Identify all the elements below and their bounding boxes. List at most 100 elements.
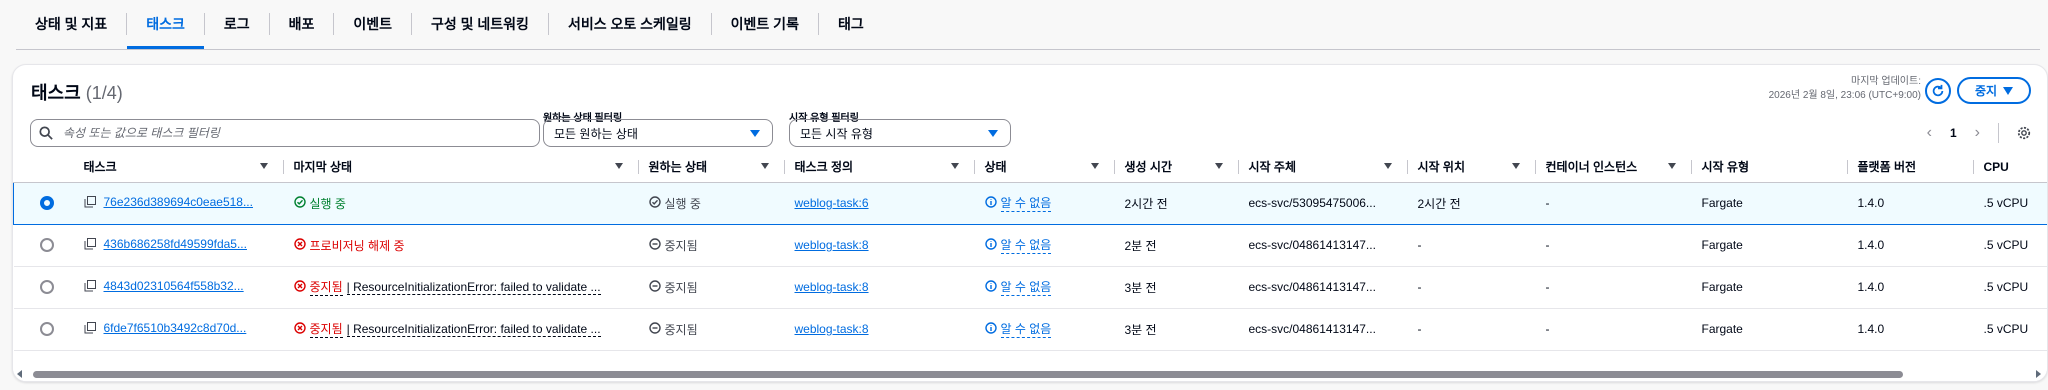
task-id-link[interactable]: 436b686258fd49599fda5... <box>104 237 247 251</box>
tab-deployments[interactable]: 배포 <box>270 1 334 49</box>
tab-tags[interactable]: 태그 <box>819 1 883 49</box>
copy-icon[interactable] <box>84 237 96 253</box>
task-definition-link[interactable]: weblog-task:8 <box>795 322 869 336</box>
settings-gear-icon[interactable] <box>2017 126 2031 140</box>
table-row[interactable]: 436b686258fd49599fda5... 프로비저닝 해제 중 중지됨 web… <box>13 224 2047 267</box>
scroll-left-arrow-icon[interactable] <box>17 370 22 378</box>
health-status[interactable]: 알 수 없음 <box>984 236 1052 254</box>
health-status[interactable]: 알 수 없음 <box>984 278 1052 296</box>
tab-service-autoscaling[interactable]: 서비스 오토 스케일링 <box>549 1 711 49</box>
stopped-circle-icon <box>648 321 661 337</box>
scrollbar-thumb[interactable] <box>33 371 1903 378</box>
table-row[interactable]: 6fde7f6510b3492c8d70d... 중지됨 | ResourceIni… <box>13 308 2047 351</box>
sort-icon[interactable] <box>950 163 959 169</box>
column-header-started-at[interactable]: 시작 위치 <box>1407 152 1536 183</box>
desired-status-cell: 중지됨 <box>638 224 785 267</box>
started-by-cell: ecs-svc/53095475006... <box>1238 181 1408 225</box>
desired-status: 실행 중 <box>648 195 701 212</box>
started-by-cell: ecs-svc/04861413147... <box>1238 308 1408 351</box>
row-radio[interactable] <box>40 196 54 211</box>
task-id-cell: 6fde7f6510b3492c8d70d... <box>73 308 284 351</box>
stop-button[interactable]: 중지 <box>1957 77 2031 104</box>
next-page-button[interactable]: › <box>1975 124 1980 142</box>
column-header-task[interactable]: 태스크 <box>73 152 284 183</box>
refresh-icon <box>1932 84 1944 97</box>
copy-icon[interactable] <box>84 321 96 337</box>
sort-icon[interactable] <box>760 163 769 169</box>
desired-status-select[interactable]: 모든 원하는 상태 <box>543 119 773 147</box>
task-id-link[interactable]: 76e236d389694c0eae518... <box>104 195 253 209</box>
last-status: 실행 중 <box>293 195 346 212</box>
sort-icon[interactable] <box>1383 163 1392 169</box>
copy-icon[interactable] <box>84 195 96 211</box>
search-icon <box>39 126 53 140</box>
task-definition-link[interactable]: weblog-task:8 <box>795 238 869 252</box>
column-header-label: 시작 주체 <box>1248 160 1297 175</box>
refresh-button[interactable] <box>1925 78 1951 104</box>
launch-type-select[interactable]: 모든 시작 유형 <box>789 119 1011 147</box>
column-header-health[interactable]: 상태 <box>974 152 1115 183</box>
container-instance-cell: - <box>1535 266 1692 309</box>
tab-event-history[interactable]: 이벤트 기록 <box>712 1 818 49</box>
platform-version-cell: 1.4.0 <box>1847 181 1974 225</box>
task-definition-link[interactable]: weblog-task:8 <box>795 280 869 294</box>
copy-icon[interactable] <box>84 279 96 295</box>
container-instance-cell: - <box>1535 181 1692 225</box>
row-select-cell <box>13 266 74 309</box>
last-status-detail[interactable]: | ResourceInitializationError: failed to… <box>346 322 601 337</box>
launch-type-cell: Fargate <box>1691 224 1848 267</box>
tab-config-networking[interactable]: 구성 및 네트워킹 <box>412 1 548 49</box>
caret-down-icon <box>750 130 760 137</box>
column-header-desired-status[interactable]: 원하는 상태 <box>638 152 785 183</box>
tasks-table: 태스크 마지막 상태 원하는 상태 태스크 정의 상태 생성 시간 시작 주체 … <box>13 152 2047 351</box>
tab-tasks[interactable]: 태스크 <box>127 1 204 49</box>
health-status-text: 알 수 없음 <box>1000 196 1052 212</box>
row-radio[interactable] <box>39 238 54 253</box>
launch-type-cell: Fargate <box>1691 181 1848 225</box>
row-radio[interactable] <box>39 322 54 337</box>
created-cell: 3분 전 <box>1114 266 1239 309</box>
task-id-link[interactable]: 4843d02310564f558b32... <box>104 279 244 293</box>
cpu-cell: .5 vCPU <box>1973 308 2047 351</box>
sort-icon[interactable] <box>259 163 268 169</box>
column-header-container-instance[interactable]: 컨테이너 인스턴스 <box>1535 152 1692 183</box>
sort-icon[interactable] <box>1511 163 1520 169</box>
sort-icon[interactable] <box>1214 163 1223 169</box>
last-status-text[interactable]: 중지됨 <box>309 320 343 338</box>
search-input[interactable] <box>61 125 521 141</box>
column-header-launch-type[interactable]: 시작 유형 <box>1691 152 1848 183</box>
column-header-created[interactable]: 생성 시간 <box>1114 152 1239 183</box>
last-status-text[interactable]: 중지됨 <box>309 278 343 296</box>
scroll-right-arrow-icon[interactable] <box>2036 370 2041 378</box>
last-status-detail[interactable]: | ResourceInitializationError: failed to… <box>346 280 601 295</box>
tab-health-metrics[interactable]: 상태 및 지표 <box>16 1 126 49</box>
check-circle-icon <box>648 195 661 211</box>
row-radio[interactable] <box>39 280 54 295</box>
launch-type-cell: Fargate <box>1691 308 1848 351</box>
column-header-last-status[interactable]: 마지막 상태 <box>283 152 639 183</box>
sort-icon[interactable] <box>1090 163 1099 169</box>
sort-icon[interactable] <box>1667 163 1676 169</box>
health-status[interactable]: 알 수 없음 <box>984 320 1052 338</box>
health-status[interactable]: 알 수 없음 <box>984 194 1052 212</box>
column-header-cpu[interactable]: CPU <box>1973 152 2047 183</box>
error-circle-icon <box>293 237 306 253</box>
task-search[interactable] <box>30 119 540 147</box>
sort-icon[interactable] <box>614 163 623 169</box>
task-id-link[interactable]: 6fde7f6510b3492c8d70d... <box>104 321 247 335</box>
task-definition-link[interactable]: weblog-task:6 <box>795 196 869 210</box>
current-page[interactable]: 1 <box>1950 126 1957 140</box>
desired-status-text: 중지됨 <box>664 322 698 337</box>
column-header-task-definition[interactable]: 태스크 정의 <box>784 152 975 183</box>
tab-events[interactable]: 이벤트 <box>334 1 411 49</box>
column-header-label: 태스크 정의 <box>794 160 854 175</box>
prev-page-button[interactable]: ‹ <box>1927 124 1932 142</box>
table-row[interactable]: 76e236d389694c0eae518... 실행 중 실행 중 weblog-t… <box>13 181 2047 225</box>
task-definition-cell: weblog-task:6 <box>784 181 975 225</box>
platform-version-cell: 1.4.0 <box>1847 224 1974 267</box>
horizontal-scrollbar[interactable] <box>13 367 2047 381</box>
tab-logs[interactable]: 로그 <box>205 1 269 49</box>
column-header-started-by[interactable]: 시작 주체 <box>1238 152 1408 183</box>
column-header-platform-version[interactable]: 플랫폼 버전 <box>1847 152 1974 183</box>
table-row[interactable]: 4843d02310564f558b32... 중지됨 | ResourceInit… <box>13 266 2047 309</box>
